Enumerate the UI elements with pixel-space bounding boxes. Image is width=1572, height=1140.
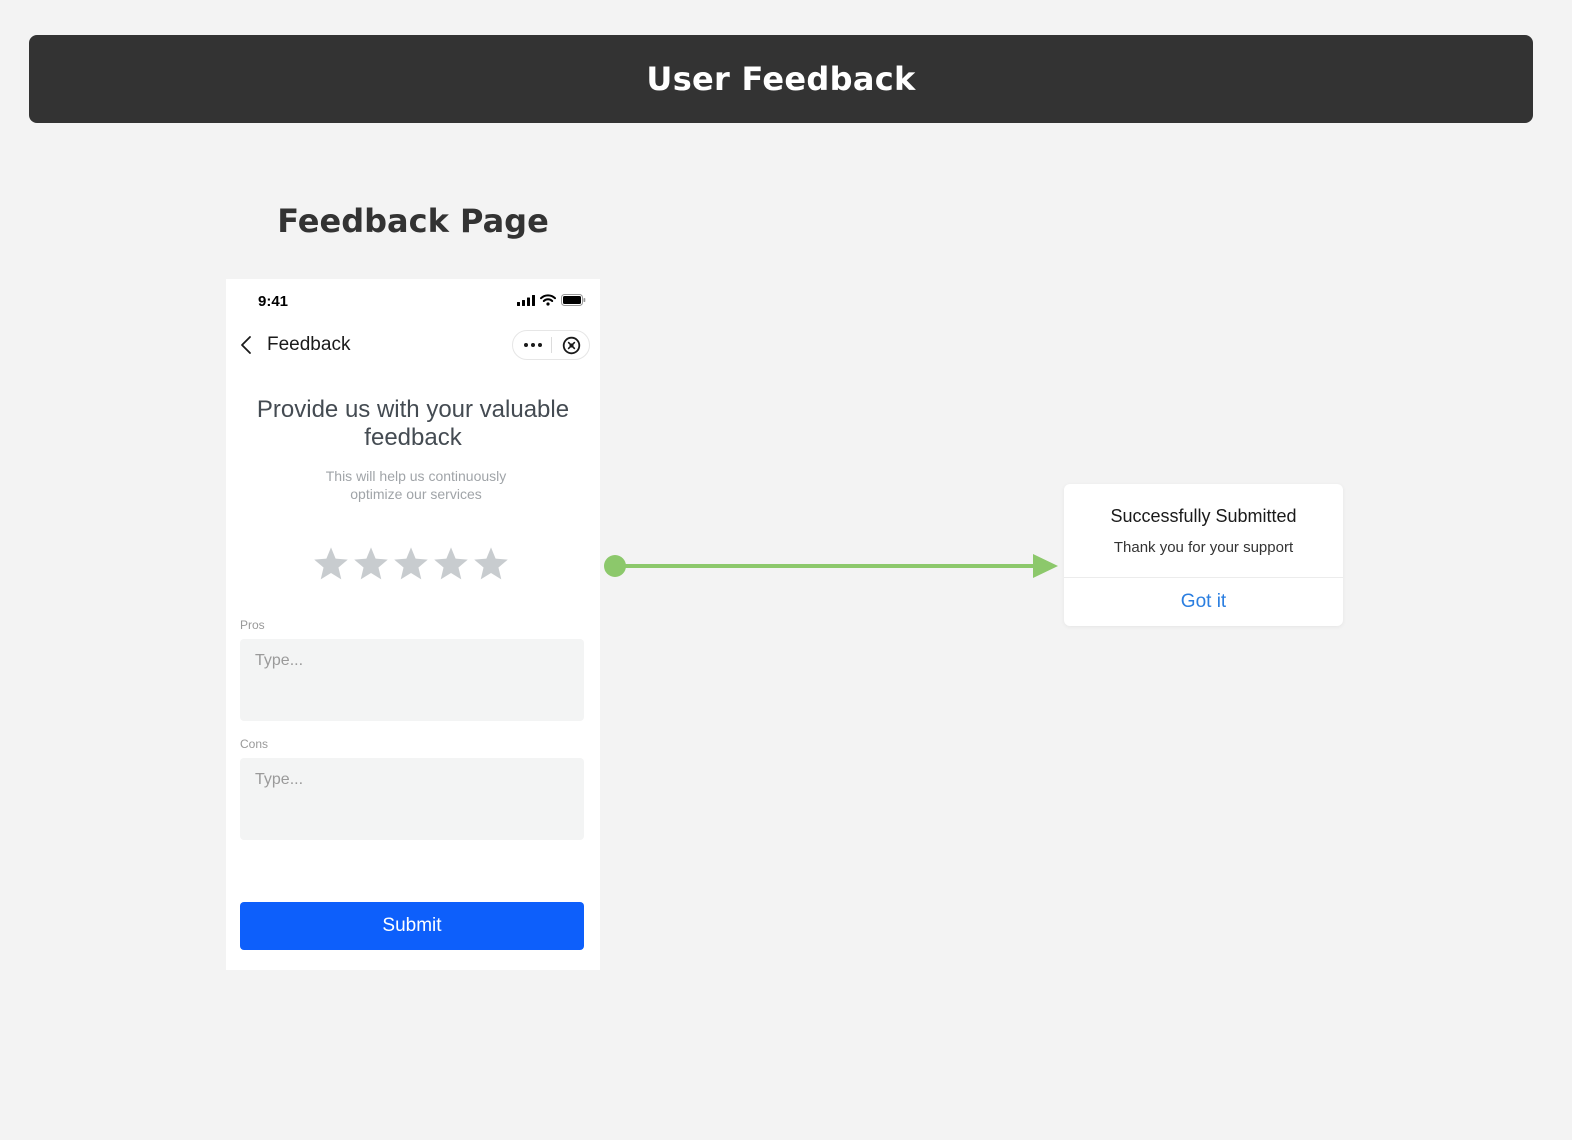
close-circle-icon bbox=[562, 336, 580, 354]
banner-title: User Feedback bbox=[646, 60, 916, 98]
status-bar: 9:41 bbox=[226, 279, 600, 323]
pros-input[interactable] bbox=[240, 639, 584, 721]
status-time: 9:41 bbox=[258, 293, 289, 310]
section-title: Feedback Page bbox=[277, 202, 549, 240]
status-icons bbox=[517, 294, 586, 306]
pros-label: Pros bbox=[240, 618, 265, 632]
star-icon[interactable] bbox=[472, 544, 510, 584]
back-arrow-icon[interactable] bbox=[236, 333, 260, 357]
submit-button[interactable]: Submit bbox=[240, 902, 584, 950]
star-rating bbox=[312, 544, 510, 584]
star-icon[interactable] bbox=[312, 544, 350, 584]
capsule-menu bbox=[512, 330, 590, 360]
feedback-headline: Provide us with your valuable feedback bbox=[256, 396, 570, 451]
feedback-subline: This will help us continuously optimize … bbox=[325, 468, 507, 502]
star-icon[interactable] bbox=[432, 544, 470, 584]
header-banner: User Feedback bbox=[29, 35, 1533, 123]
battery-icon bbox=[561, 294, 586, 306]
star-icon[interactable] bbox=[352, 544, 390, 584]
got-it-button[interactable]: Got it bbox=[1064, 578, 1343, 626]
success-dialog: Successfully Submitted Thank you for you… bbox=[1064, 484, 1343, 626]
flow-arrow bbox=[604, 554, 1058, 578]
signal-icon bbox=[517, 294, 535, 306]
wifi-icon bbox=[540, 294, 556, 306]
more-dots-icon bbox=[523, 343, 542, 347]
flow-arrow-head bbox=[1033, 554, 1058, 578]
more-button[interactable] bbox=[513, 331, 552, 359]
dialog-title: Successfully Submitted bbox=[1110, 506, 1297, 526]
cons-input[interactable] bbox=[240, 758, 584, 840]
dialog-message: Thank you for your support bbox=[1113, 539, 1294, 556]
nav-title: Feedback bbox=[267, 334, 351, 355]
close-button[interactable] bbox=[552, 331, 590, 359]
navigation-bar: Feedback bbox=[226, 323, 600, 367]
cons-label: Cons bbox=[240, 737, 269, 751]
star-icon[interactable] bbox=[392, 544, 430, 584]
phone-screen: 9:41 Feedback Provide us with your valua… bbox=[226, 279, 600, 970]
